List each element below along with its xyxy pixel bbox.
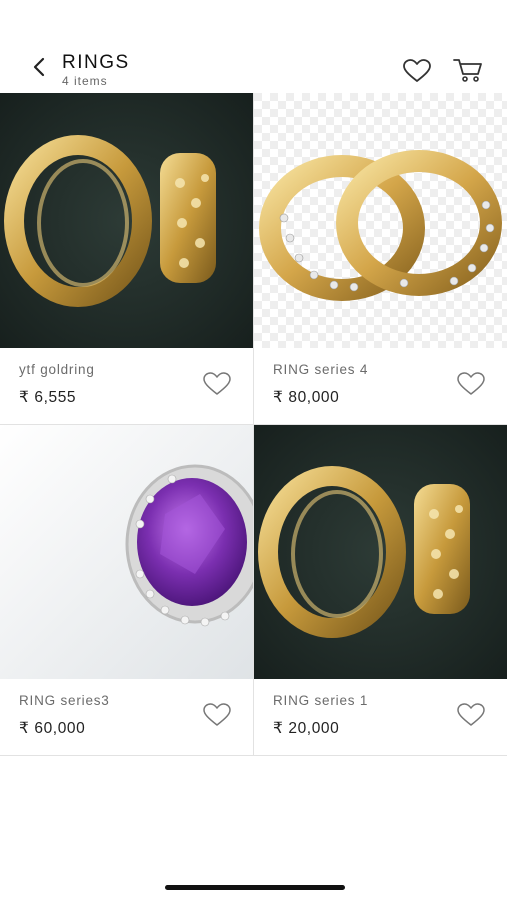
product-card[interactable]: RING series3 ₹ 60,000: [0, 424, 253, 755]
heart-icon[interactable]: [456, 371, 486, 397]
app-header: RINGS 4 items: [0, 0, 507, 93]
product-card[interactable]: ytf goldring ₹ 6,555: [0, 93, 253, 424]
product-name[interactable]: ytf goldring: [19, 362, 95, 377]
product-image-gold-rings[interactable]: [0, 93, 253, 348]
wishlist-heart-icon[interactable]: [402, 58, 432, 84]
cart-icon[interactable]: [452, 56, 484, 84]
item-count: 4 items: [62, 74, 108, 88]
header-title-block: RINGS 4 items: [62, 52, 130, 88]
product-price: ₹ 20,000: [273, 720, 340, 737]
product-name[interactable]: RING series 4: [273, 362, 368, 377]
back-icon[interactable]: [30, 56, 50, 78]
product-name[interactable]: RING series3: [19, 693, 110, 708]
product-image-amethyst-ring[interactable]: [0, 424, 253, 679]
heart-icon[interactable]: [456, 702, 486, 728]
page-title: RINGS: [62, 52, 130, 73]
product-card[interactable]: RING series 1 ₹ 20,000: [254, 424, 507, 755]
product-image-linked-rings[interactable]: [254, 93, 507, 348]
product-name[interactable]: RING series 1: [273, 693, 368, 708]
product-price: ₹ 80,000: [273, 389, 340, 406]
grid-divider-bottom: [0, 755, 507, 756]
home-indicator[interactable]: [165, 885, 345, 890]
heart-icon[interactable]: [202, 371, 232, 397]
product-card[interactable]: RING series 4 ₹ 80,000: [254, 93, 507, 424]
grid-divider-horizontal: [0, 424, 507, 425]
product-price: ₹ 60,000: [19, 720, 86, 737]
product-image-gold-rings[interactable]: [254, 424, 507, 679]
heart-icon[interactable]: [202, 702, 232, 728]
product-price: ₹ 6,555: [19, 389, 77, 406]
